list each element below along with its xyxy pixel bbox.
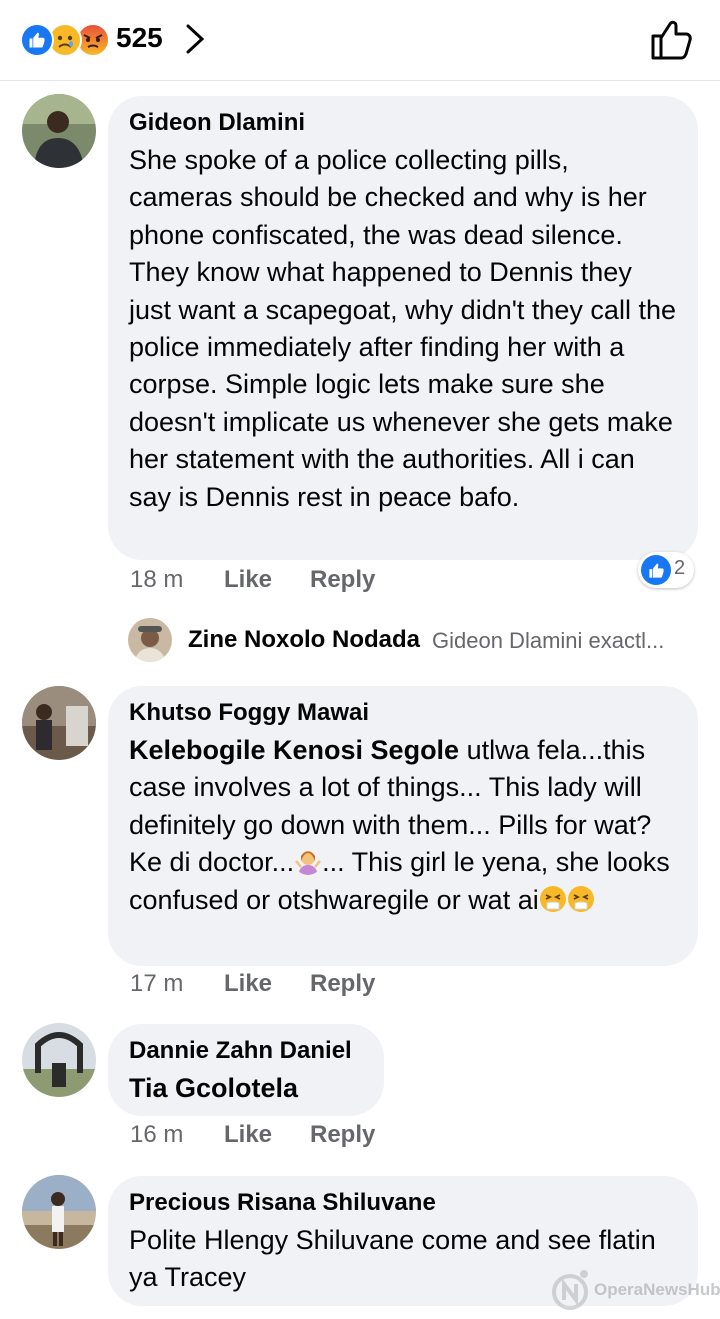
comment-bubble: Khutso Foggy Mawai Kelebogile Kenosi Seg… [108, 686, 698, 966]
mention-link[interactable]: Kelebogile Kenosi Segole [129, 735, 459, 765]
reaction-count[interactable]: 525 [116, 22, 163, 54]
timestamp: 18 m [130, 566, 184, 593]
comment-text: Kelebogile Kenosi Segole utlwa fela...th… [129, 732, 676, 919]
comment-bubble: Dannie Zahn Daniel Tia Gcolotela [108, 1024, 384, 1116]
avatar[interactable] [22, 686, 96, 760]
like-thumb-icon[interactable] [648, 18, 694, 62]
timestamp: 16 m [130, 1121, 184, 1148]
reply-link[interactable]: Reply [310, 566, 375, 594]
comment-text: Tia Gcolotela [129, 1073, 299, 1103]
sneezing-face-emoji-icon [567, 885, 594, 912]
reply-author: Zine Noxolo Nodada [188, 626, 421, 653]
avatar[interactable] [22, 1175, 96, 1249]
avatar [128, 618, 172, 662]
comment-author[interactable]: Khutso Foggy Mawai [129, 698, 676, 728]
avatar[interactable] [22, 94, 96, 168]
like-reaction-icon [20, 23, 54, 57]
operanews-logo-icon [552, 1270, 588, 1310]
reactions-header[interactable]: 525 [0, 0, 720, 81]
reaction-icons [20, 23, 112, 57]
comment-bubble: Gideon Dlamini She spoke of a police col… [108, 96, 698, 560]
like-link[interactable]: Like [224, 970, 272, 998]
woman-shrugging-emoji-icon [295, 851, 322, 876]
reaction-count: 2 [674, 557, 686, 579]
comment-author[interactable]: Dannie Zahn Daniel [129, 1036, 362, 1066]
watermark: OperaNewsHub [548, 1266, 720, 1314]
like-link[interactable]: Like [224, 1121, 272, 1149]
chevron-right-icon[interactable] [182, 22, 208, 56]
like-link[interactable]: Like [224, 566, 272, 594]
avatar[interactable] [22, 1023, 96, 1097]
like-icon [641, 555, 671, 585]
timestamp: 17 m [130, 970, 184, 997]
watermark-text: OperaNewsHub [594, 1280, 720, 1299]
comment-text: She spoke of a police collecting pills, … [129, 145, 676, 512]
sneezing-face-emoji-icon [539, 885, 566, 912]
comment-reaction-badge[interactable]: 2 [638, 552, 694, 588]
reply-link[interactable]: Reply [310, 970, 375, 998]
comment-author[interactable]: Gideon Dlamini [129, 108, 676, 138]
reply-preview[interactable]: Zine Noxolo Nodada Gideon Dlamini exactl… [128, 618, 708, 664]
reply-link[interactable]: Reply [310, 1121, 375, 1149]
reply-snippet: Gideon Dlamini exactl... [432, 628, 665, 653]
comment-author[interactable]: Precious Risana Shiluvane [129, 1188, 676, 1218]
